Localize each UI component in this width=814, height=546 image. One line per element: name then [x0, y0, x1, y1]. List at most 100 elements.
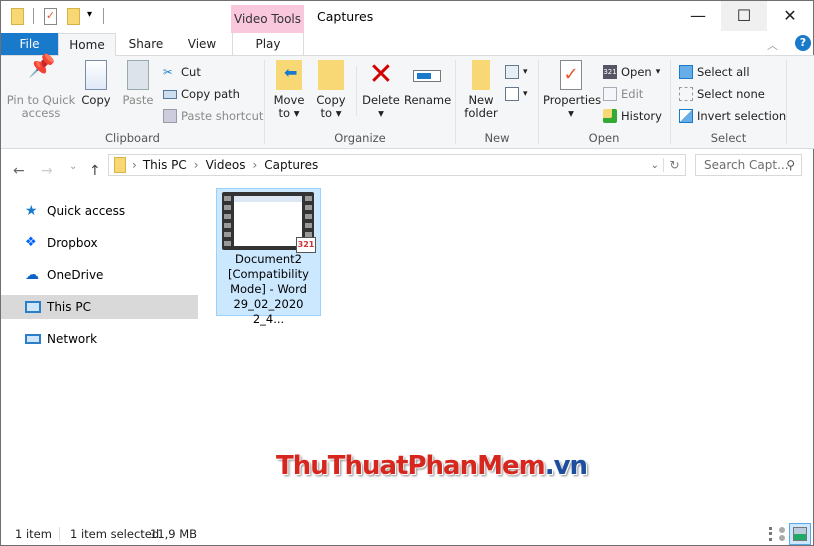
- delete-button[interactable]: ✕ Delete ▾: [361, 56, 401, 120]
- label: to: [320, 106, 333, 120]
- details-view-button[interactable]: [769, 527, 785, 541]
- address-dropdown-icon[interactable]: ⌄: [647, 160, 663, 171]
- easy-access-button[interactable]: ▾: [505, 84, 528, 104]
- breadcrumb-videos[interactable]: Videos: [206, 158, 246, 172]
- file-name-line: Mode] - Word: [230, 282, 307, 296]
- tab-play[interactable]: Play: [232, 33, 304, 55]
- label: Copy: [81, 93, 111, 107]
- move-to-button[interactable]: ⬅ Move to ▾: [271, 56, 307, 120]
- sidebar-item-onedrive[interactable]: ☁ OneDrive: [1, 263, 198, 287]
- label: Select all: [697, 65, 750, 79]
- select-none-button[interactable]: Select none: [679, 84, 765, 104]
- label: This PC: [47, 300, 91, 314]
- breadcrumb-this-pc[interactable]: This PC: [143, 158, 187, 172]
- copy-to-icon: [318, 60, 344, 90]
- rename-button[interactable]: Rename: [404, 56, 452, 107]
- properties-icon: ✓: [560, 60, 582, 90]
- large-icons-view-button[interactable]: [789, 523, 811, 545]
- invert-selection-icon: [679, 109, 693, 123]
- label: Cut: [181, 65, 201, 79]
- sidebar-item-dropbox[interactable]: ❖ Dropbox: [1, 231, 198, 255]
- new-folder-quick-icon[interactable]: [67, 8, 80, 25]
- cloud-icon: ☁: [25, 267, 39, 283]
- context-tab-video-tools: Video Tools: [231, 5, 304, 33]
- cut-button[interactable]: ✂ Cut: [163, 62, 201, 82]
- select-all-button[interactable]: Select all: [679, 62, 750, 82]
- folder-icon: [114, 157, 126, 173]
- group-label-open: Open: [588, 131, 620, 145]
- label: Rename: [404, 93, 452, 107]
- sidebar-item-this-pc[interactable]: This PC: [1, 295, 198, 319]
- label: History: [621, 109, 662, 123]
- select-none-icon: [679, 87, 693, 101]
- properties-quick-icon[interactable]: ✓: [44, 8, 57, 25]
- edit-button[interactable]: Edit: [603, 84, 643, 104]
- minimize-button[interactable]: —: [675, 1, 721, 31]
- label: to: [278, 106, 291, 120]
- new-item-icon: [505, 65, 519, 79]
- group-label-new: New: [484, 131, 510, 145]
- label: Invert selection: [697, 109, 787, 123]
- help-icon[interactable]: ?: [795, 35, 811, 51]
- label: Copy path: [181, 87, 240, 101]
- sidebar-item-quick-access[interactable]: ★ Quick access: [1, 199, 198, 223]
- properties-button[interactable]: ✓ Properties ▾: [543, 56, 601, 120]
- invert-selection-button[interactable]: Invert selection: [679, 106, 786, 126]
- search-input[interactable]: Search Capt... ⚲: [695, 154, 802, 176]
- up-button[interactable]: ↑: [89, 163, 101, 179]
- delete-icon: ✕: [368, 57, 394, 92]
- new-item-button[interactable]: ▾: [505, 62, 528, 82]
- refresh-icon[interactable]: ↻: [663, 158, 685, 172]
- tab-file[interactable]: File: [1, 33, 58, 55]
- folder-icon[interactable]: [11, 8, 24, 25]
- label: folder: [464, 106, 498, 120]
- clipboard-icon: [127, 60, 149, 90]
- search-icon: ⚲: [786, 158, 795, 172]
- pin-icon: 📌: [28, 54, 56, 79]
- ribbon: 📌 Pin to Quick access Copy Paste ✂ Cut Co…: [1, 55, 814, 149]
- easy-access-icon: [505, 87, 519, 101]
- breadcrumb-captures[interactable]: Captures: [264, 158, 318, 172]
- paste-shortcut-icon: [163, 109, 177, 123]
- file-name-line: Document2: [235, 252, 302, 266]
- tab-share[interactable]: Share: [121, 33, 171, 55]
- forward-button[interactable]: →: [41, 163, 53, 179]
- recent-locations-button[interactable]: ⌄: [69, 161, 77, 172]
- status-item-count: 1 item: [15, 527, 52, 541]
- address-bar[interactable]: › This PC › Videos › Captures ⌄ ↻: [108, 154, 686, 176]
- paste-button[interactable]: Paste: [121, 56, 155, 107]
- copy-button[interactable]: Copy: [79, 56, 113, 107]
- label: Network: [47, 332, 98, 346]
- label: OneDrive: [47, 268, 104, 282]
- group-label-clipboard: Clipboard: [105, 131, 160, 145]
- move-to-icon: ⬅: [276, 60, 302, 90]
- divider: [786, 60, 787, 144]
- file-item[interactable]: 321 Document2 [Compatibility Mode] - Wor…: [216, 188, 321, 326]
- scissors-icon: ✂: [163, 65, 173, 79]
- divider: [59, 527, 60, 541]
- label: Select none: [697, 87, 765, 101]
- media-player-icon: 321: [603, 65, 617, 79]
- new-folder-button[interactable]: New folder: [461, 56, 501, 120]
- video-thumbnail-icon: 321: [222, 192, 316, 253]
- tab-view[interactable]: View: [177, 33, 227, 55]
- divider: [33, 8, 34, 24]
- pin-to-quick-access-button[interactable]: 📌 Pin to Quick access: [5, 56, 77, 120]
- tab-home[interactable]: Home: [58, 33, 116, 56]
- file-name: Document2 [Compatibility Mode] - Word 29…: [217, 252, 320, 327]
- label: Quick access: [47, 204, 126, 218]
- close-button[interactable]: ✕: [767, 1, 813, 31]
- back-button[interactable]: ←: [13, 163, 25, 179]
- maximize-button[interactable]: ☐: [721, 1, 767, 31]
- collapse-ribbon-icon[interactable]: ︿: [767, 37, 778, 53]
- customize-quick-access-icon[interactable]: ▾: [87, 9, 92, 20]
- history-button[interactable]: History: [603, 106, 662, 126]
- copy-path-button[interactable]: Copy path: [163, 84, 240, 104]
- sidebar-item-network[interactable]: Network: [1, 327, 198, 351]
- dropbox-icon: ❖: [25, 235, 37, 250]
- copy-to-button[interactable]: Copy to ▾: [313, 56, 349, 120]
- computer-icon: [25, 301, 41, 313]
- paste-shortcut-button[interactable]: Paste shortcut: [163, 106, 263, 126]
- divider: [103, 8, 104, 24]
- open-button[interactable]: 321 Open ▾: [603, 62, 660, 82]
